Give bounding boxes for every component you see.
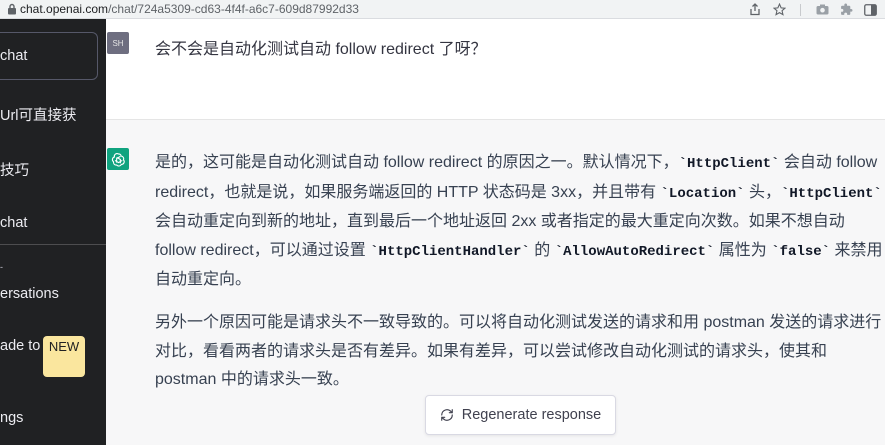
sidebar-item-conversation-2[interactable]: 技巧 bbox=[0, 159, 29, 180]
inline-code: `HttpClientHandler` bbox=[370, 243, 530, 260]
extensions-icon[interactable] bbox=[839, 3, 853, 17]
assistant-message: 是的，这可能是自动化测试自动 follow redirect 的原因之一。默认情… bbox=[155, 149, 883, 409]
regenerate-label: Regenerate response bbox=[461, 407, 602, 423]
answer-paragraph-2: 另外一个原因可能是请求头不一致导致的。可以将自动化测试发送的请求和用 postm… bbox=[155, 313, 882, 389]
lock-icon bbox=[4, 0, 20, 19]
user-message-row: SH 会不会是自动化测试自动 follow redirect 了呀？ bbox=[106, 19, 885, 120]
sidebar-divider bbox=[0, 244, 106, 245]
url-text[interactable]: chat.openai.com/chat/724a5309-cd63-4f4f-… bbox=[20, 2, 359, 16]
inline-code: `false` bbox=[771, 243, 831, 260]
new-chat-label: chat bbox=[0, 48, 28, 64]
inline-code: `HttpClient` bbox=[678, 156, 780, 172]
inline-code: `Location` bbox=[660, 185, 745, 202]
url-path: /chat/724a5309-cd63-4f4f-a6c7-609d87992d… bbox=[108, 2, 359, 16]
sidebar-icon[interactable] bbox=[863, 3, 877, 17]
user-avatar: SH bbox=[107, 32, 129, 54]
star-icon[interactable] bbox=[772, 3, 786, 17]
user-message: 会不会是自动化测试自动 follow redirect 了呀？ bbox=[155, 41, 487, 58]
toolbar-divider bbox=[800, 3, 801, 16]
url-host: chat.openai.com bbox=[20, 2, 109, 16]
sidebar: chat Url可直接获 技巧 chat - ersations ade to … bbox=[0, 19, 106, 445]
chat-main: SH 会不会是自动化测试自动 follow redirect 了呀？ 是的，这可… bbox=[106, 19, 885, 445]
camera-icon[interactable] bbox=[815, 3, 829, 17]
trash-icon: - bbox=[0, 262, 3, 272]
settings-button[interactable]: ngs bbox=[0, 410, 23, 426]
refresh-icon bbox=[440, 408, 454, 422]
sidebar-item-conversation-3[interactable]: chat bbox=[0, 215, 27, 231]
inline-code: `HttpClient` bbox=[781, 185, 882, 202]
new-badge: NEW bbox=[43, 336, 85, 377]
clear-conversations-button[interactable]: ersations bbox=[0, 286, 59, 302]
answer-paragraph-1: 是的，这可能是自动化测试自动 follow redirect 的原因之一。默认情… bbox=[155, 154, 883, 289]
share-icon[interactable] bbox=[748, 3, 762, 17]
upgrade-button[interactable]: ade to bbox=[0, 338, 40, 354]
inline-code: `AllowAutoRedirect` bbox=[554, 243, 715, 260]
regenerate-response-button[interactable]: Regenerate response bbox=[425, 395, 616, 435]
sidebar-item-conversation-1[interactable]: Url可直接获 bbox=[0, 104, 77, 125]
openai-logo-icon bbox=[107, 148, 129, 170]
browser-address-bar[interactable]: chat.openai.com/chat/724a5309-cd63-4f4f-… bbox=[0, 0, 885, 19]
